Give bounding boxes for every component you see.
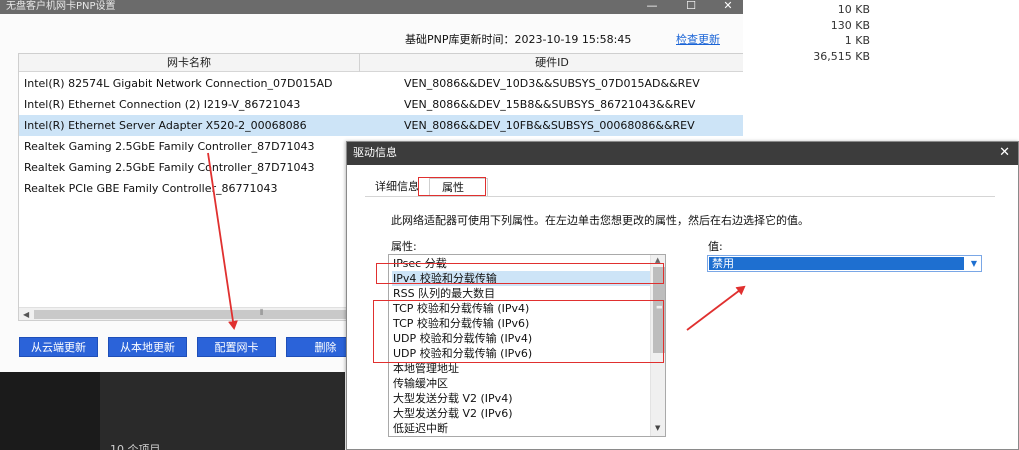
property-item[interactable]: 大型发送分载 V2 (IPv6): [392, 406, 662, 421]
nic-name-cell: Realtek Gaming 2.5GbE Family Controller_…: [24, 161, 315, 174]
property-item[interactable]: IPsec 分载: [392, 256, 662, 271]
tab-divider: [365, 196, 995, 197]
property-item[interactable]: 大型发送分载 V2 (IPv4): [392, 391, 662, 406]
tab-details[interactable]: 详细信息: [375, 178, 419, 197]
maximize-button[interactable]: ☐: [678, 0, 704, 14]
vertical-scrollbar[interactable]: ▲ ▬ ▼: [650, 255, 665, 436]
nic-name-cell: Intel(R) Ethernet Server Adapter X520-2_…: [24, 119, 307, 132]
item-count-status: 10 个项目: [110, 443, 161, 450]
nic-name-cell: Realtek Gaming 2.5GbE Family Controller_…: [24, 140, 315, 153]
dialog-close-icon[interactable]: ✕: [999, 144, 1010, 162]
file-size: 36,515 KB: [813, 50, 870, 63]
cloud-update-button[interactable]: 从云端更新: [19, 337, 98, 357]
tab-properties[interactable]: 属性: [429, 178, 488, 197]
window-title: 无盘客户机网卡PNP设置: [6, 1, 116, 12]
table-row[interactable]: Intel(R) Ethernet Connection (2) I219-V_…: [19, 94, 743, 115]
background-window-panel: [100, 372, 345, 450]
check-update-link[interactable]: 检查更新: [676, 31, 720, 47]
property-item[interactable]: RSS 队列的最大数目: [392, 286, 662, 301]
property-item-selected[interactable]: IPv4 校验和分载传输: [392, 271, 662, 286]
pnp-update-time-label: 基础PNP库更新时间：2023-10-19 15:58:45: [405, 33, 632, 46]
value-label: 值:: [708, 240, 723, 253]
close-button[interactable]: ✕: [715, 0, 741, 14]
configure-nic-button[interactable]: 配置网卡: [197, 337, 276, 357]
nic-name-cell: Realtek PCIe GBE Family Controller_86771…: [24, 182, 278, 195]
grip-icon: ⦀: [260, 308, 264, 317]
file-size: 10 KB: [837, 3, 870, 16]
background-window-dark: [0, 372, 345, 450]
file-size: 130 KB: [830, 19, 870, 32]
chevron-down-icon[interactable]: ▼: [971, 257, 977, 270]
scrollbar-thumb[interactable]: ▬: [653, 267, 665, 353]
value-select-current: 禁用: [709, 257, 964, 270]
property-item[interactable]: TCP 校验和分载传输 (IPv6): [392, 316, 662, 331]
dialog-title-bar: 驱动信息 ✕: [347, 142, 1018, 165]
scroll-up-icon[interactable]: ▲: [655, 256, 660, 264]
hardware-id-cell: VEN_8086&&DEV_10D3&&SUBSYS_07D015AD&&REV: [404, 77, 700, 90]
grip-icon: ▬: [656, 303, 663, 311]
scroll-left-icon[interactable]: ◀: [23, 310, 29, 319]
nic-name-cell: Intel(R) Ethernet Connection (2) I219-V_…: [24, 98, 301, 111]
hardware-id-cell: VEN_8086&&DEV_10FB&&SUBSYS_00068086&&REV: [404, 119, 695, 132]
window-title-bar: 无盘客户机网卡PNP设置 — ☐ ✕: [0, 0, 743, 14]
property-item[interactable]: 低延迟中断: [392, 421, 662, 436]
table-header: 网卡名称 硬件ID: [19, 54, 743, 72]
column-header-hardware-id[interactable]: 硬件ID: [360, 54, 743, 72]
property-list[interactable]: IPsec 分载 IPv4 校验和分载传输 RSS 队列的最大数目 TCP 校验…: [388, 254, 666, 437]
table-row-selected[interactable]: Intel(R) Ethernet Server Adapter X520-2_…: [19, 115, 743, 136]
property-item[interactable]: UDP 校验和分载传输 (IPv6): [392, 346, 662, 361]
table-row[interactable]: Intel(R) 82574L Gigabit Network Connecti…: [19, 73, 743, 94]
value-select[interactable]: 禁用 ▼: [707, 255, 982, 272]
driver-info-dialog: 驱动信息 ✕ 详细信息 属性 此网络适配器可使用下列属性。在左边单击您想更改的属…: [346, 141, 1019, 450]
property-label: 属性:: [391, 240, 417, 253]
nic-name-cell: Intel(R) 82574L Gigabit Network Connecti…: [24, 77, 333, 90]
dialog-title: 驱动信息: [353, 146, 397, 159]
scroll-down-icon[interactable]: ▼: [655, 424, 660, 432]
minimize-button[interactable]: —: [639, 0, 665, 14]
file-size: 1 KB: [844, 34, 870, 47]
property-item[interactable]: UDP 校验和分载传输 (IPv4): [392, 331, 662, 346]
property-item[interactable]: 传输缓冲区: [392, 376, 662, 391]
dialog-description: 此网络适配器可使用下列属性。在左边单击您想更改的属性，然后在右边选择它的值。: [391, 214, 809, 227]
property-item[interactable]: 本地管理地址: [392, 361, 662, 376]
local-update-button[interactable]: 从本地更新: [108, 337, 187, 357]
hardware-id-cell: VEN_8086&&DEV_15B8&&SUBSYS_86721043&&REV: [404, 98, 696, 111]
property-item[interactable]: TCP 校验和分载传输 (IPv4): [392, 301, 662, 316]
column-header-nic-name[interactable]: 网卡名称: [19, 54, 359, 72]
